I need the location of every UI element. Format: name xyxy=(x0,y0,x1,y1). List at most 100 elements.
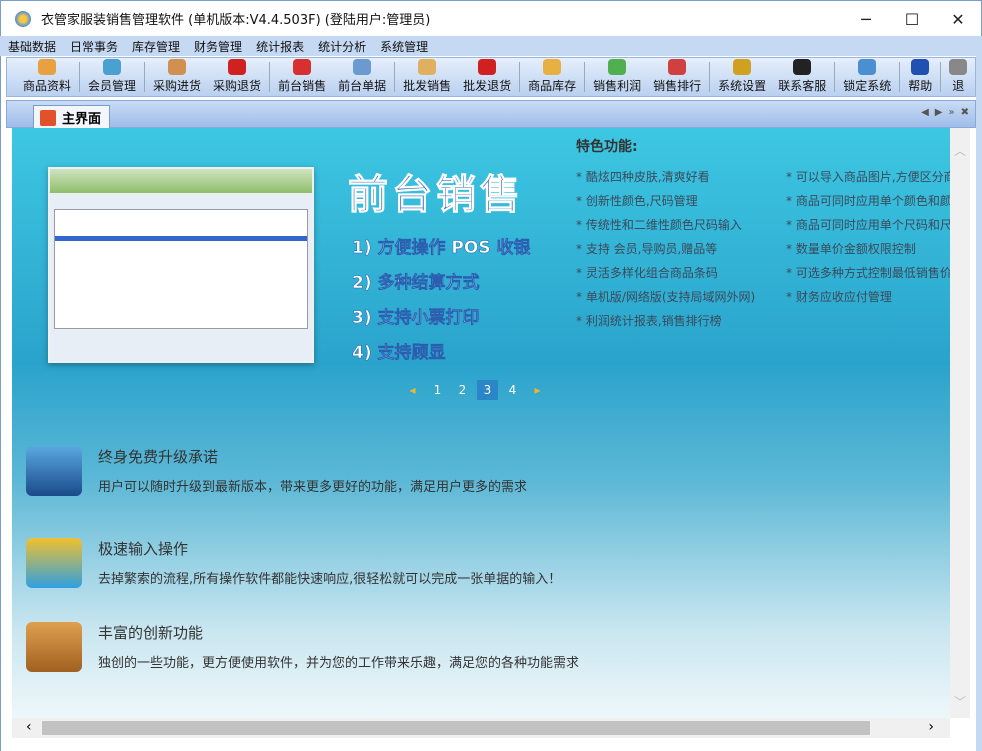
menu-item[interactable]: 基础数据 xyxy=(8,38,56,55)
feature-block-title: 终身免费升级承诺 xyxy=(98,448,219,466)
feature-item: * 灵活多样化组合商品条码 xyxy=(576,266,718,280)
toolbar-button[interactable]: 锁定系统 xyxy=(837,59,897,96)
toolbar-button[interactable]: 退 xyxy=(943,59,973,96)
toolbar-icon xyxy=(418,59,437,75)
scroll-right-icon[interactable]: › xyxy=(928,719,934,735)
toolbar-button[interactable]: 采购进货 xyxy=(147,59,207,96)
tab-main[interactable]: 主界面 xyxy=(33,105,111,129)
toolbar-label: 采购进货 xyxy=(153,79,202,93)
feature-item: * 利润统计报表,销售排行榜 xyxy=(576,314,722,328)
toolbar-button[interactable]: 前台单据 xyxy=(332,59,392,96)
toolbar-separator xyxy=(144,62,146,92)
toolbar-button[interactable]: 销售排行 xyxy=(647,59,707,96)
toolbar-icon xyxy=(38,59,56,75)
toolbar-button[interactable]: 批发销售 xyxy=(397,59,457,96)
toolbar-button[interactable]: 商品库存 xyxy=(522,59,582,96)
app-logo-icon xyxy=(40,109,56,126)
pyramid-icon xyxy=(26,538,82,588)
feature-item: * 创新性颜色,尺码管理 xyxy=(576,194,698,208)
tab-prev-icon[interactable]: ◀ xyxy=(921,107,929,118)
banner-point: 1) 方便操作 POS 收银 xyxy=(352,238,531,259)
toolbar-label: 商品资料 xyxy=(23,79,72,93)
toolbar-label: 前台销售 xyxy=(278,79,327,93)
feature-item: * 酷炫四种皮肤,清爽好看 xyxy=(576,170,710,184)
toolbox-icon xyxy=(26,622,82,672)
tab-next-icon[interactable]: ▶ xyxy=(935,107,943,118)
toolbar-icon xyxy=(228,59,247,75)
feature-item: * 商品可同时应用单个尺码和尺 xyxy=(786,218,950,232)
toolbar-button[interactable]: 前台销售 xyxy=(272,59,332,96)
feature-block-title: 丰富的创新功能 xyxy=(98,624,204,642)
toolbar-button[interactable]: 商品资料 xyxy=(17,59,77,96)
tab-close-icon[interactable]: ✖ xyxy=(961,107,969,118)
features-title: 特色功能: xyxy=(576,139,638,155)
toolbar-label: 批发销售 xyxy=(403,79,452,93)
menu-item[interactable]: 统计报表 xyxy=(256,38,304,55)
toolbar-button[interactable]: 销售利润 xyxy=(587,59,647,96)
pager-page[interactable]: 1 xyxy=(427,380,448,400)
menu-bar: 基础数据 日常事务 库存管理 财务管理 统计报表 统计分析 系统管理 xyxy=(0,36,976,56)
menu-item[interactable]: 日常事务 xyxy=(70,38,118,55)
monitor-magnifier-icon xyxy=(26,446,82,496)
window-title: 衣管家服装销售管理软件 (单机版本:V4.4.503F) (登陆用户:管理员) xyxy=(41,13,431,28)
toolbar-icon xyxy=(103,59,122,75)
toolbar-separator xyxy=(394,62,396,92)
feature-item: * 支持 会员,导购员,赠品等 xyxy=(576,242,718,256)
toolbar-icon xyxy=(353,59,372,75)
toolbar-label: 会员管理 xyxy=(88,79,137,93)
toolbar-icon xyxy=(293,59,312,75)
toolbar-button[interactable]: 系统设置 xyxy=(712,59,772,96)
toolbar-label: 系统设置 xyxy=(718,79,767,93)
toolbar-separator xyxy=(834,62,836,92)
menu-item[interactable]: 统计分析 xyxy=(318,38,366,55)
toolbar-button[interactable]: 批发退货 xyxy=(457,59,517,96)
feature-item: * 可选多种方式控制最低销售价 xyxy=(786,266,950,280)
toolbar-icon xyxy=(733,59,752,75)
toolbar-icon xyxy=(168,59,187,75)
pager-prev-icon[interactable]: ◂ xyxy=(402,380,423,400)
tab-label: 主界面 xyxy=(62,112,102,127)
toolbar-icon xyxy=(478,59,497,75)
menu-item[interactable]: 财务管理 xyxy=(194,38,242,55)
tab-list-icon[interactable]: » xyxy=(948,107,954,118)
scroll-up-icon[interactable]: ︿ xyxy=(950,142,970,159)
feature-block-title: 极速输入操作 xyxy=(98,540,189,558)
scroll-down-icon[interactable]: ﹀ xyxy=(950,693,970,710)
feature-item: * 可以导入商品图片,方便区分商 xyxy=(786,170,950,184)
pos-screenshot-image xyxy=(48,167,314,363)
toolbar-button[interactable]: 会员管理 xyxy=(82,59,142,96)
feature-item: * 数量单价金额权限控制 xyxy=(786,242,916,256)
toolbar-button[interactable]: 采购退货 xyxy=(207,59,267,96)
banner-point: 4) 支持顾显 xyxy=(352,343,446,364)
toolbar-button[interactable]: 联系客服 xyxy=(772,59,832,96)
banner-point: 3) 支持小票打印 xyxy=(352,308,480,329)
toolbar-separator xyxy=(709,62,711,92)
pager-page[interactable]: 3 xyxy=(477,380,498,400)
toolbar-label: 退 xyxy=(952,79,965,93)
menu-item[interactable]: 库存管理 xyxy=(132,38,180,55)
feature-block-desc: 用户可以随时升级到最新版本，带来更多更好的功能，满足用户更多的需求 xyxy=(98,480,528,495)
toolbar-separator xyxy=(79,62,81,92)
toolbar-label: 锁定系统 xyxy=(843,79,892,93)
vertical-scrollbar[interactable]: ︿ ﹀ xyxy=(950,128,970,718)
scroll-thumb[interactable] xyxy=(42,721,870,735)
app-icon xyxy=(15,10,31,27)
feature-item: * 传统性和二维性颜色尺码输入 xyxy=(576,218,742,232)
feature-block-desc: 去掉繁索的流程,所有操作软件都能快速响应,很轻松就可以完成一张单据的输入！ xyxy=(98,572,562,587)
toolbar-separator xyxy=(899,62,901,92)
feature-item: * 财务应收应付管理 xyxy=(786,290,892,304)
toolbar-icon xyxy=(543,59,562,75)
maximize-button[interactable]: ☐ xyxy=(889,1,935,37)
minimize-button[interactable]: ─ xyxy=(843,1,889,37)
scroll-left-icon[interactable]: ‹ xyxy=(26,719,32,735)
horizontal-scrollbar[interactable]: ‹ › xyxy=(12,718,950,738)
toolbar-icon xyxy=(793,59,812,75)
pager-page[interactable]: 2 xyxy=(452,380,473,400)
toolbar-button[interactable]: 帮助 xyxy=(902,59,938,96)
menu-item[interactable]: 系统管理 xyxy=(380,38,428,55)
toolbar-separator xyxy=(269,62,271,92)
pager-next-icon[interactable]: ▸ xyxy=(527,380,548,400)
pager-page[interactable]: 4 xyxy=(502,380,523,400)
toolbar-icon xyxy=(911,59,930,75)
close-button[interactable]: ✕ xyxy=(935,1,981,37)
